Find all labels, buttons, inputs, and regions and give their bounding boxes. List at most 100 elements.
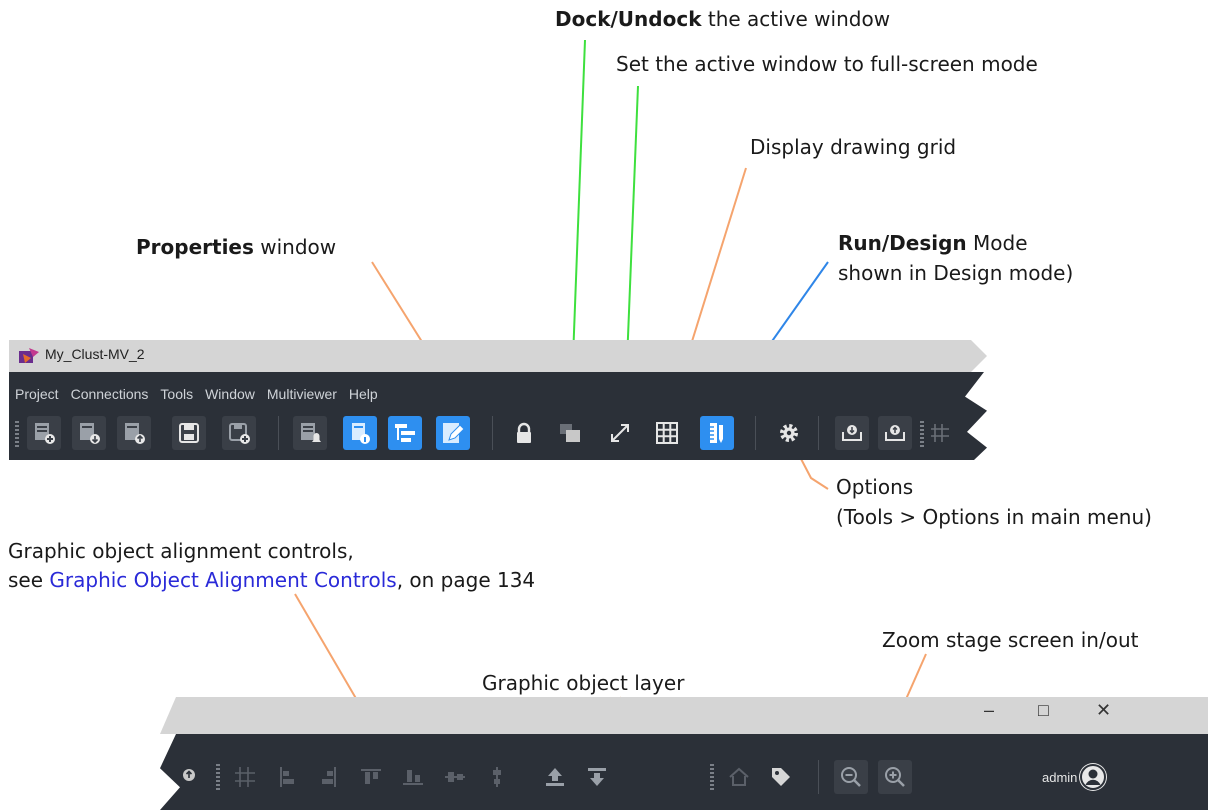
close-button[interactable]: ✕ — [1096, 700, 1111, 721]
run-design-annotation-line2: shown in Design mode) — [838, 261, 1074, 285]
toolbar-separator — [278, 416, 279, 450]
zoom-out-button[interactable] — [834, 760, 868, 794]
zoom-in-icon — [885, 767, 905, 787]
ruler-pencil-icon — [710, 423, 723, 443]
save-button[interactable] — [172, 416, 206, 450]
grid-snap-button-partial[interactable] — [928, 416, 950, 450]
maximize-button[interactable]: □ — [1038, 700, 1049, 721]
align-right-icon — [322, 767, 336, 787]
toolbar-grip[interactable] — [15, 421, 19, 447]
import-project-icon — [80, 423, 100, 444]
dock-undock-annotation: Dock/Undock the active window — [555, 7, 891, 31]
properties-window-button[interactable] — [436, 416, 470, 450]
menu-project[interactable]: Project — [15, 386, 59, 402]
new-project-button[interactable] — [27, 416, 61, 450]
alignment-controls-link[interactable]: Graphic Object Alignment Controls — [49, 568, 396, 592]
toolbar-separator — [492, 416, 493, 450]
fullscreen-button[interactable] — [603, 416, 637, 450]
pencil-edit-icon — [443, 423, 465, 443]
tree-view-button[interactable] — [388, 416, 422, 450]
toolbar-separator — [818, 416, 819, 450]
save-icon — [179, 423, 199, 443]
user-name: admin — [1042, 770, 1078, 785]
align-horizontal-center-icon — [493, 767, 501, 787]
window-title: My_Clust-MV_2 — [45, 346, 145, 362]
run-design-mode-button[interactable] — [700, 416, 734, 450]
toolbar-grip[interactable] — [710, 764, 714, 790]
menu-connections[interactable]: Connections — [71, 386, 149, 402]
align-left-button[interactable] — [270, 760, 304, 794]
home-button[interactable] — [722, 760, 756, 794]
tag-icon — [772, 768, 790, 786]
new-project-icon — [35, 423, 55, 444]
gear-icon — [780, 424, 798, 442]
layout-upload-button-partial[interactable] — [174, 760, 204, 794]
align-top-icon — [361, 769, 381, 784]
toolbar-grip[interactable] — [920, 421, 924, 447]
title-bar: My_Clust-MV_2 — [9, 340, 987, 372]
export-project-icon — [125, 423, 145, 444]
align-right-button[interactable] — [312, 760, 346, 794]
info-window-button[interactable] — [343, 416, 377, 450]
align-vertical-center-icon — [445, 772, 465, 782]
toolbar-separator — [755, 416, 756, 450]
snap-to-grid-button[interactable] — [228, 760, 262, 794]
monitor-upload-icon — [183, 769, 195, 781]
align-top-button[interactable] — [354, 760, 388, 794]
alignment-annotation-line2: see Graphic Object Alignment Controls, o… — [8, 568, 536, 592]
dock-undock-button[interactable] — [553, 416, 587, 450]
align-left-icon — [280, 767, 294, 787]
document-bell-icon — [301, 423, 321, 442]
user-avatar[interactable] — [1079, 763, 1107, 791]
hash-grid-icon — [931, 424, 949, 442]
export-project-button[interactable] — [117, 416, 151, 450]
menu-tools[interactable]: Tools — [160, 386, 193, 402]
layer-annotation: Graphic object layer — [482, 671, 685, 695]
monitor-download-icon — [842, 425, 862, 441]
toolbar-separator — [818, 760, 819, 794]
bring-to-front-button[interactable] — [538, 760, 572, 794]
monitor-upload-icon — [885, 425, 905, 441]
run-design-annotation: Run/Design Mode — [838, 231, 1028, 255]
tag-button[interactable] — [764, 760, 798, 794]
properties-annotation: Properties window — [136, 235, 337, 259]
grid-icon — [656, 422, 678, 444]
options-button[interactable] — [772, 416, 806, 450]
alignment-annotation: Graphic object alignment controls, — [8, 539, 354, 563]
user-icon — [1080, 764, 1106, 790]
bottom-title-bar — [160, 697, 1208, 734]
align-center-button[interactable] — [480, 760, 514, 794]
hash-grid-icon — [235, 767, 255, 787]
fullscreen-annotation: Set the active window to full-screen mod… — [616, 52, 1038, 76]
drawing-grid-button[interactable] — [650, 416, 684, 450]
import-project-button[interactable] — [72, 416, 106, 450]
options-annotation-line2: (Tools > Options in main menu) — [836, 505, 1152, 529]
home-icon — [729, 767, 749, 786]
align-bottom-button[interactable] — [396, 760, 430, 794]
send-to-back-button[interactable] — [580, 760, 614, 794]
menu-multiviewer[interactable]: Multiviewer — [267, 386, 337, 402]
dock-window-icon — [560, 424, 580, 442]
zoom-in-button[interactable] — [878, 760, 912, 794]
menu-help[interactable]: Help — [349, 386, 378, 402]
minimize-button[interactable]: – — [984, 700, 994, 721]
download-layout-button[interactable] — [835, 416, 869, 450]
zoom-annotation: Zoom stage screen in/out — [882, 628, 1139, 652]
lock-button[interactable] — [507, 416, 541, 450]
align-bottom-icon — [403, 770, 423, 785]
lock-icon — [517, 422, 531, 443]
toolbar-grip[interactable] — [216, 764, 220, 790]
tree-hierarchy-icon — [395, 424, 415, 442]
menu-window[interactable]: Window — [205, 386, 255, 402]
options-annotation: Options — [836, 475, 914, 499]
menu-bar: Project Connections Tools Window Multivi… — [15, 386, 390, 402]
layer-down-icon — [588, 768, 606, 786]
layer-up-icon — [546, 768, 564, 786]
save-as-button[interactable] — [222, 416, 256, 450]
expand-arrows-icon — [611, 424, 629, 442]
drawing-grid-annotation: Display drawing grid — [750, 135, 957, 159]
alarm-list-button[interactable] — [293, 416, 327, 450]
upload-layout-button[interactable] — [878, 416, 912, 450]
align-middle-button[interactable] — [438, 760, 472, 794]
zoom-out-icon — [841, 767, 861, 787]
